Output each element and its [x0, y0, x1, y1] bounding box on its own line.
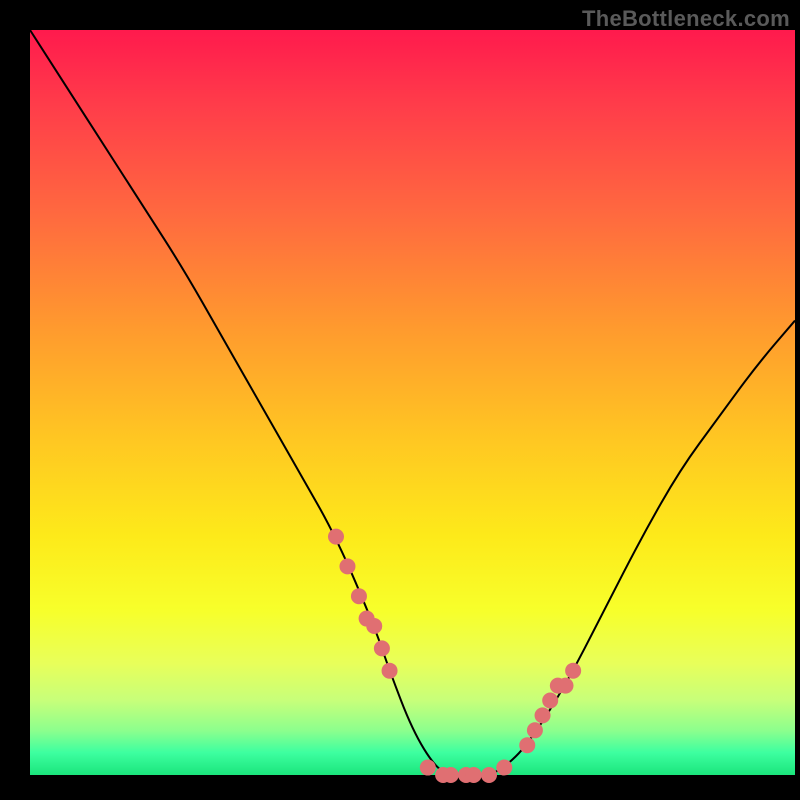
bottleneck-curve	[30, 30, 795, 775]
highlight-dot	[519, 737, 535, 753]
highlight-dot	[496, 760, 512, 776]
highlight-dots	[328, 529, 581, 783]
highlight-dot	[481, 767, 497, 783]
highlight-dot	[557, 678, 573, 694]
bottleneck-chart: TheBottleneck.com	[0, 0, 800, 800]
highlight-dot	[542, 692, 558, 708]
highlight-dot	[420, 760, 436, 776]
plot-area	[30, 30, 795, 775]
highlight-dot	[328, 529, 344, 545]
highlight-dot	[382, 663, 398, 679]
highlight-dot	[565, 663, 581, 679]
highlight-dot	[527, 722, 543, 738]
watermark-text: TheBottleneck.com	[582, 6, 790, 32]
highlight-dot	[374, 640, 390, 656]
highlight-dot	[466, 767, 482, 783]
highlight-dot	[366, 618, 382, 634]
highlight-dot	[535, 707, 551, 723]
curve-svg	[30, 30, 795, 775]
highlight-dot	[351, 588, 367, 604]
highlight-dot	[339, 558, 355, 574]
highlight-dot	[443, 767, 459, 783]
